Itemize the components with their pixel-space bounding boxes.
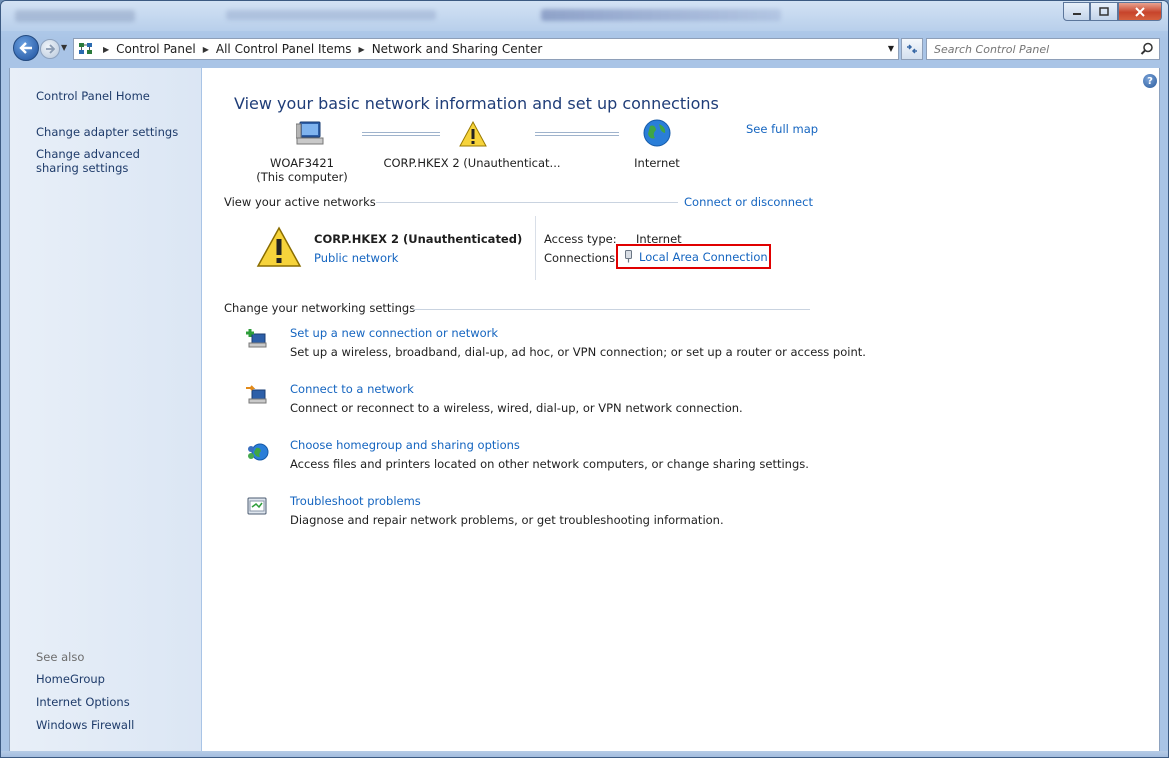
homegroup-sharing-link[interactable]: Choose homegroup and sharing options: [290, 438, 520, 452]
close-icon: [1135, 6, 1145, 17]
breadcrumb-control-panel[interactable]: Control Panel: [116, 42, 196, 56]
sidebar-change-adapter-settings[interactable]: Change adapter settings: [36, 125, 178, 139]
internet-label: Internet: [634, 156, 680, 170]
active-network-name: CORP.HKEX 2 (Unauthenticated): [314, 232, 523, 246]
section-divider: [376, 202, 678, 203]
search-icon[interactable]: [1140, 42, 1154, 56]
computer-subtitle: (This computer): [256, 170, 348, 184]
task-description: Access files and printers located on oth…: [290, 457, 809, 471]
connect-network-icon: [246, 385, 267, 404]
computer-icon: [296, 121, 324, 145]
quick-access-toolbar: [15, 10, 135, 22]
homegroup-icon: [248, 443, 269, 461]
new-connection-icon: [246, 329, 267, 348]
help-icon: ?: [1147, 75, 1153, 87]
see-also-internet-options[interactable]: Internet Options: [36, 695, 130, 709]
globe-icon: [643, 119, 671, 147]
troubleshoot-problems-link[interactable]: Troubleshoot problems: [290, 494, 421, 508]
address-dropdown-icon[interactable]: ▼: [888, 44, 894, 53]
maximize-icon: [1099, 6, 1109, 16]
setup-new-connection-link[interactable]: Set up a new connection or network: [290, 326, 498, 340]
window-bottom-edge: [1, 751, 1168, 757]
explorer-window: ▼ ▶ Control Panel ▶ All Control Panel It…: [0, 0, 1169, 758]
see-full-map-link[interactable]: See full map: [746, 122, 818, 136]
page-heading: View your basic network information and …: [234, 94, 719, 113]
map-connector-line: [362, 132, 440, 136]
back-arrow-icon: [19, 42, 32, 54]
recent-pages-dropdown[interactable]: ▼: [61, 43, 67, 52]
network-location-link[interactable]: Public network: [314, 251, 398, 265]
refresh-icon: [907, 44, 917, 54]
warning-icon: [459, 121, 487, 147]
section-divider: [413, 309, 810, 310]
window-controls: [1063, 2, 1162, 21]
connect-to-network-link[interactable]: Connect to a network: [290, 382, 414, 396]
connect-disconnect-link[interactable]: Connect or disconnect: [684, 195, 813, 209]
task-description: Set up a wireless, broadband, dial-up, a…: [290, 345, 866, 359]
see-also-label: See also: [36, 650, 85, 664]
computer-name-label: WOAF3421 (This computer): [252, 156, 352, 184]
networking-settings-title: Change your networking settings: [224, 301, 416, 315]
task-description: Connect or reconnect to a wireless, wire…: [290, 401, 743, 415]
computer-name: WOAF3421: [270, 156, 334, 170]
troubleshoot-icon: [247, 497, 267, 515]
ethernet-icon: [625, 250, 632, 263]
see-also-windows-firewall[interactable]: Windows Firewall: [36, 718, 134, 732]
title-bar: [1, 1, 1168, 31]
minimize-icon: [1072, 12, 1081, 15]
local-area-connection-link[interactable]: Local Area Connection: [639, 250, 768, 264]
map-connector-line: [535, 132, 619, 136]
network-name-label: CORP.HKEX 2 (Unauthenticat...: [383, 156, 561, 170]
close-button[interactable]: [1118, 2, 1162, 21]
minimize-button[interactable]: [1063, 2, 1090, 21]
address-bar[interactable]: ▶ Control Panel ▶ All Control Panel Item…: [73, 38, 899, 60]
sidebar-control-panel-home[interactable]: Control Panel Home: [36, 89, 150, 103]
search-input[interactable]: [934, 42, 1134, 56]
breadcrumb-all-items[interactable]: All Control Panel Items: [216, 42, 352, 56]
forward-arrow-icon: [46, 44, 55, 54]
breadcrumb-arrow-icon[interactable]: ▶: [203, 45, 209, 54]
title-blurred-text: [226, 10, 436, 20]
help-button[interactable]: ?: [1143, 74, 1157, 88]
back-button[interactable]: [13, 35, 39, 61]
sidebar: Control Panel Home Change adapter settin…: [9, 68, 201, 751]
local-area-connection-highlight: Local Area Connection: [616, 244, 771, 269]
forward-button[interactable]: [40, 39, 60, 59]
refresh-button[interactable]: [901, 38, 923, 60]
network-warning-icon: [256, 226, 302, 267]
access-type-label: Access type:: [544, 232, 617, 246]
maximize-button[interactable]: [1090, 2, 1118, 21]
window-title-blurred: [541, 9, 781, 21]
network-center-icon: [79, 43, 92, 54]
main-content: ? View your basic network information an…: [202, 68, 1160, 751]
connections-label: Connections:: [544, 251, 619, 265]
task-description: Diagnose and repair network problems, or…: [290, 513, 724, 527]
see-also-homegroup[interactable]: HomeGroup: [36, 672, 105, 686]
breadcrumb-arrow-icon[interactable]: ▶: [359, 45, 365, 54]
active-networks-title: View your active networks: [224, 195, 376, 209]
vertical-divider: [535, 216, 536, 280]
breadcrumb-arrow-icon: ▶: [103, 44, 110, 54]
sidebar-change-advanced-sharing[interactable]: Change advanced sharing settings: [36, 147, 186, 175]
search-box[interactable]: [926, 38, 1160, 60]
address-row: ▼ ▶ Control Panel ▶ All Control Panel It…: [1, 31, 1168, 67]
breadcrumb-network-sharing[interactable]: Network and Sharing Center: [372, 42, 543, 56]
